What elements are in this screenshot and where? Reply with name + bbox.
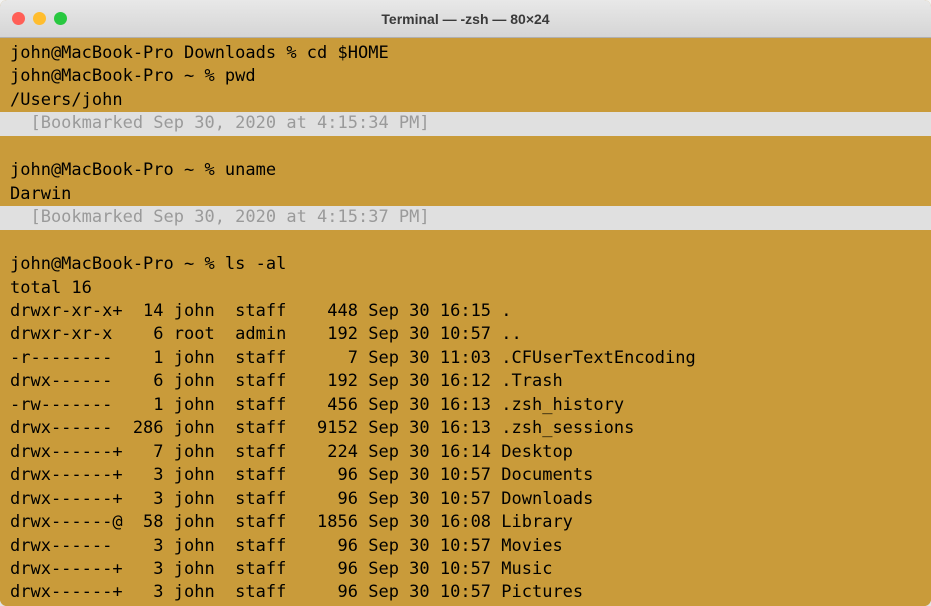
bookmark-line: [Bookmarked Sep 30, 2020 at 4:15:34 PM] <box>0 112 931 135</box>
zoom-button[interactable] <box>54 12 67 25</box>
output-line: drwx------ 6 john staff 192 Sep 30 16:12… <box>10 371 563 391</box>
command-line: john@MacBook-Pro ~ % ls -al <box>10 254 286 274</box>
command-line: john@MacBook-Pro Downloads % cd $HOME <box>10 43 389 63</box>
minimize-button[interactable] <box>33 12 46 25</box>
output-line: Darwin <box>10 184 71 204</box>
bookmark-line: [Bookmarked Sep 30, 2020 at 4:15:37 PM] <box>0 206 931 229</box>
output-line: /Users/john <box>10 90 123 110</box>
output-line: drwxr-xr-x 6 root admin 192 Sep 30 10:57… <box>10 324 522 344</box>
output-line: drwx------@ 58 john staff 1856 Sep 30 16… <box>10 512 573 532</box>
title-bar[interactable]: Terminal — -zsh — 80×24 <box>0 0 931 38</box>
close-button[interactable] <box>12 12 25 25</box>
output-line: drwx------+ 3 john staff 96 Sep 30 10:57… <box>10 489 593 509</box>
output-line: drwx------+ 7 john staff 224 Sep 30 16:1… <box>10 442 573 462</box>
output-line: -rw------- 1 john staff 456 Sep 30 16:13… <box>10 395 624 415</box>
traffic-lights <box>12 12 67 25</box>
output-line: drwx------ 3 john staff 96 Sep 30 10:57 … <box>10 536 563 556</box>
output-line: drwxr-xr-x+ 14 john staff 448 Sep 30 16:… <box>10 301 512 321</box>
terminal-body[interactable]: john@MacBook-Pro Downloads % cd $HOME jo… <box>0 38 931 606</box>
command-line: john@MacBook-Pro ~ % uname <box>10 160 276 180</box>
output-line: drwx------+ 3 john staff 96 Sep 30 10:57… <box>10 465 593 485</box>
output-line: drwx------+ 3 john staff 96 Sep 30 10:57… <box>10 582 583 602</box>
command-line: john@MacBook-Pro ~ % pwd <box>10 66 256 86</box>
output-line: drwx------+ 3 john staff 96 Sep 30 10:57… <box>10 559 552 579</box>
window-title: Terminal — -zsh — 80×24 <box>381 11 549 27</box>
output-line: total 16 <box>10 278 92 298</box>
terminal-window: Terminal — -zsh — 80×24 john@MacBook-Pro… <box>0 0 931 606</box>
output-line: -r-------- 1 john staff 7 Sep 30 11:03 .… <box>10 348 696 368</box>
output-line: drwx------ 286 john staff 9152 Sep 30 16… <box>10 418 634 438</box>
